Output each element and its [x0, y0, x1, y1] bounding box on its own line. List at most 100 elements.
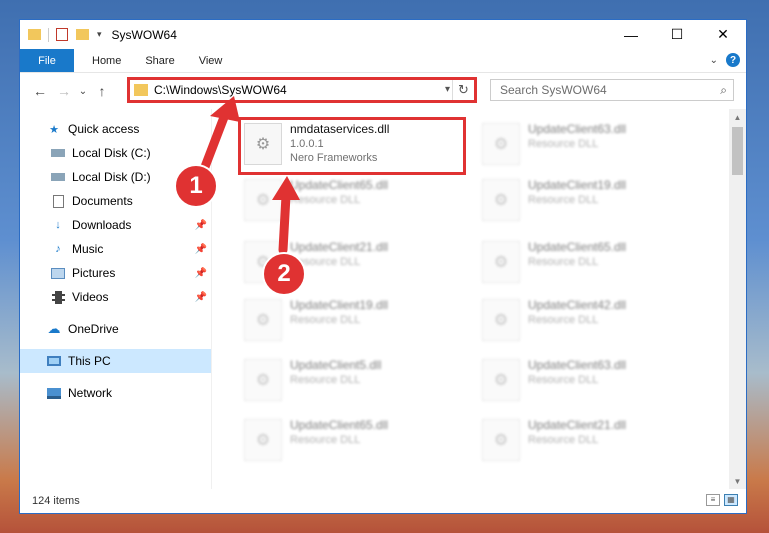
- list-item[interactable]: ⚙ UpdateClient19.dll Resource DLL: [236, 292, 461, 348]
- sidebar-item-label: Videos: [72, 290, 109, 304]
- sidebar-item-music[interactable]: ♪ Music 📌: [20, 237, 211, 261]
- forward-button[interactable]: →: [52, 83, 76, 99]
- list-item[interactable]: ⚙ UpdateClient63.dll Resource DLL: [474, 116, 699, 172]
- title-bar: ▾ SysWOW64 — ☐ ✕: [20, 20, 746, 49]
- view-buttons: ≡ ▦: [706, 494, 738, 506]
- up-button[interactable]: ↑: [90, 83, 114, 99]
- music-icon: ♪: [55, 243, 61, 255]
- file-type: Resource DLL: [528, 256, 599, 268]
- scroll-thumb[interactable]: [732, 127, 743, 175]
- file-text: UpdateClient65.dll Resource DLL: [528, 234, 626, 268]
- sidebar-item-label: Network: [68, 386, 113, 400]
- search-placeholder: Search SysWOW64: [500, 83, 607, 97]
- navigation-bar: ← → ⌄ ↑ C:\Windows\SysWOW64 ▾ ↻ Search S…: [20, 73, 746, 109]
- file-type: Resource DLL: [290, 194, 361, 206]
- file-name: UpdateClient63.dll: [528, 122, 627, 136]
- file-name: UpdateClient21.dll: [528, 418, 627, 432]
- details-view-icon[interactable]: ≡: [706, 494, 720, 506]
- list-item[interactable]: ⚙ UpdateClient5.dll Resource DLL: [236, 352, 461, 408]
- sidebar-item-onedrive[interactable]: ☁ OneDrive: [20, 317, 211, 341]
- drive-icon: [50, 170, 66, 184]
- file-name: UpdateClient5.dll: [290, 358, 382, 372]
- file-company: Nero Frameworks: [290, 152, 378, 164]
- expand-ribbon-icon[interactable]: ⌄: [710, 55, 718, 66]
- search-input[interactable]: Search SysWOW64 ⌕: [490, 79, 734, 101]
- folder-icon[interactable]: [28, 29, 41, 40]
- search-icon[interactable]: ⌕: [720, 83, 727, 98]
- sidebar-item-videos[interactable]: Videos 📌: [20, 285, 211, 309]
- sidebar-item-local-disk-c[interactable]: Local Disk (C:): [20, 141, 211, 165]
- dll-file-icon: ⚙: [244, 359, 282, 401]
- file-item-nmdataservices[interactable]: ⚙ nmdataservices.dll 1.0.0.1 Nero Framew…: [236, 116, 461, 172]
- file-name: UpdateClient19.dll: [290, 298, 389, 312]
- pin-icon[interactable]: 📌: [195, 220, 207, 231]
- status-bar: 124 items ≡ ▦: [20, 489, 746, 513]
- divider: [48, 27, 49, 42]
- file-text: UpdateClient19.dll Resource DLL: [290, 292, 388, 326]
- help-icon[interactable]: ?: [726, 53, 740, 67]
- list-item[interactable]: ⚙ UpdateClient65.dll Resource DLL: [236, 412, 461, 468]
- back-button[interactable]: ←: [28, 83, 52, 99]
- sidebar-item-label: Downloads: [72, 218, 132, 232]
- list-item[interactable]: ⚙ UpdateClient63.dll Resource DLL: [474, 352, 699, 408]
- navigation-pane: ★ Quick access Local Disk (C:) Local Dis…: [20, 109, 212, 489]
- sidebar-item-label: Documents: [72, 194, 133, 208]
- sidebar-item-label: Pictures: [72, 266, 116, 280]
- scroll-down-icon[interactable]: ▼: [729, 473, 746, 489]
- file-name: UpdateClient63.dll: [528, 358, 627, 372]
- sidebar-item-downloads[interactable]: ↓ Downloads 📌: [20, 213, 211, 237]
- recent-locations-button[interactable]: ⌄: [76, 86, 90, 97]
- list-item[interactable]: ⚙ UpdateClient65.dll Resource DLL: [236, 172, 461, 228]
- list-item[interactable]: ⚙ UpdateClient21.dll Resource DLL: [474, 412, 699, 468]
- file-text: UpdateClient5.dll Resource DLL: [290, 352, 381, 386]
- tab-file[interactable]: File: [20, 49, 74, 72]
- properties-icon[interactable]: [56, 28, 68, 41]
- sidebar-item-pictures[interactable]: Pictures 📌: [20, 261, 211, 285]
- file-text: UpdateClient21.dll Resource DLL: [528, 412, 626, 446]
- list-item[interactable]: ⚙ UpdateClient42.dll Resource DLL: [474, 292, 699, 348]
- chevron-down-icon[interactable]: ▾: [445, 84, 450, 95]
- list-item[interactable]: ⚙ UpdateClient19.dll Resource DLL: [474, 172, 699, 228]
- file-text: UpdateClient21.dll Resource DLL: [290, 234, 388, 268]
- list-item[interactable]: ⚙ UpdateClient65.dll Resource DLL: [474, 234, 699, 290]
- dll-file-icon: ⚙: [482, 299, 520, 341]
- network-icon: [46, 386, 62, 400]
- pin-icon[interactable]: 📌: [195, 292, 207, 303]
- explorer-window: ▾ SysWOW64 — ☐ ✕ File Home Share View ⌄ …: [19, 19, 747, 514]
- pin-icon[interactable]: 📌: [195, 244, 207, 255]
- sidebar-item-quick-access[interactable]: ★ Quick access: [20, 117, 211, 141]
- drive-icon: [50, 146, 66, 160]
- documents-icon: [50, 194, 66, 208]
- scroll-up-icon[interactable]: ▲: [729, 109, 746, 125]
- step-1-badge: 1: [174, 164, 218, 208]
- folder-icon: [134, 84, 148, 96]
- file-type: Resource DLL: [528, 194, 599, 206]
- tab-share[interactable]: Share: [133, 49, 186, 72]
- close-button[interactable]: ✕: [700, 20, 746, 49]
- maximize-button[interactable]: ☐: [654, 20, 700, 49]
- minimize-button[interactable]: —: [608, 20, 654, 49]
- tiles-view-icon[interactable]: ▦: [724, 494, 738, 506]
- dll-file-icon: ⚙: [244, 123, 282, 165]
- refresh-button[interactable]: ↻: [452, 80, 474, 100]
- tab-view[interactable]: View: [187, 49, 235, 72]
- vertical-scrollbar[interactable]: ▲ ▼: [729, 109, 746, 489]
- sidebar-item-network[interactable]: Network: [20, 381, 211, 405]
- dll-file-icon: ⚙: [482, 419, 520, 461]
- pin-icon[interactable]: 📌: [195, 268, 207, 279]
- file-name: UpdateClient42.dll: [528, 298, 627, 312]
- dll-file-icon: ⚙: [244, 419, 282, 461]
- file-text: UpdateClient42.dll Resource DLL: [528, 292, 626, 326]
- dll-file-icon: ⚙: [482, 241, 520, 283]
- file-type: Resource DLL: [528, 374, 599, 386]
- new-folder-icon[interactable]: [76, 29, 89, 40]
- tab-home[interactable]: Home: [74, 49, 133, 72]
- dll-file-icon: ⚙: [244, 299, 282, 341]
- sidebar-item-this-pc[interactable]: This PC: [20, 349, 211, 373]
- step-2-badge: 2: [262, 252, 306, 296]
- dll-file-icon: ⚙: [482, 179, 520, 221]
- customize-toolbar-icon[interactable]: ▾: [97, 29, 102, 40]
- sidebar-item-label: Music: [72, 242, 104, 256]
- address-bar[interactable]: C:\Windows\SysWOW64 ▾ ↻: [127, 77, 477, 103]
- address-path[interactable]: C:\Windows\SysWOW64: [154, 83, 287, 97]
